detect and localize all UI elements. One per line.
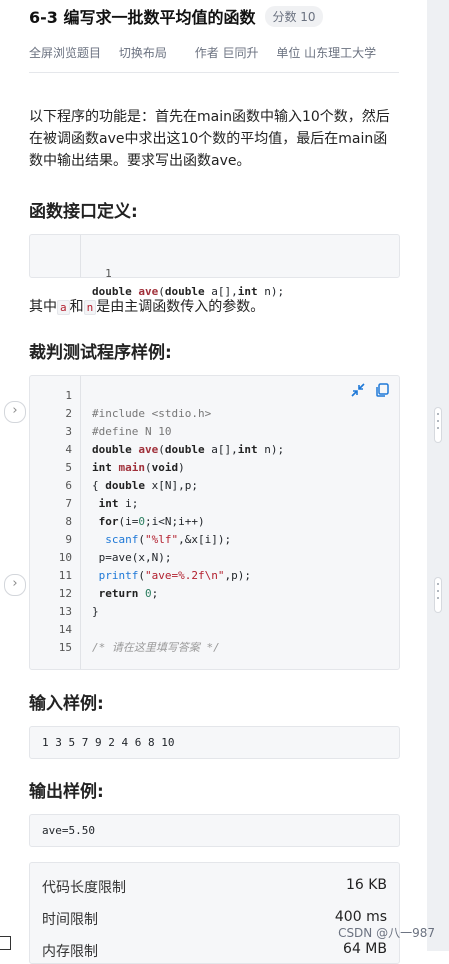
code-line: 3 #define N 10 xyxy=(30,423,171,441)
time-limit: 时间限制 400 ms xyxy=(42,909,387,929)
line-number: 3 xyxy=(65,425,72,438)
code-line: 1 double ave(double a[],int n); xyxy=(30,247,284,298)
limit-value: 16 KB xyxy=(345,877,387,893)
code-line: 2 #include <stdio.h> xyxy=(30,405,211,423)
drag-handle[interactable] xyxy=(435,578,441,612)
code-line: 10 p=ave(x,N); xyxy=(30,549,172,567)
input-sample-value: 1 3 5 7 9 2 4 6 8 10 xyxy=(42,736,175,749)
note-and: 和 xyxy=(69,299,84,315)
output-sample-value: ave=5.50 xyxy=(42,824,95,837)
limit-label: 代码长度限制 xyxy=(42,880,126,896)
chevron-right-icon[interactable]: › xyxy=(4,401,26,423)
input-sample-box: 1 3 5 7 9 2 4 6 8 10 xyxy=(29,726,400,759)
problem-title: 6-3 编写求一批数平均值的函数 xyxy=(29,8,256,27)
interface-code-block: 1 double ave(double a[],int n); xyxy=(29,234,400,298)
line-number: 11 xyxy=(58,569,72,582)
param-note: 其中 a 和 n 是由主调函数传入的参数。 xyxy=(29,296,264,316)
author-text: 作者 巨同升 xyxy=(194,46,259,60)
copy-icon[interactable] xyxy=(374,382,390,398)
code-line: 4 double ave(double a[],int n); xyxy=(30,441,284,459)
problem-meta: 全屏浏览题目 切换布局 作者 巨同升 单位 山东理工大学 xyxy=(29,44,390,61)
line-number: 13 xyxy=(58,605,72,618)
problem-page: 6-3 编写求一批数平均值的函数 分数 10 全屏浏览题目 切换布局 作者 巨同… xyxy=(0,0,427,964)
line-number: 1 xyxy=(105,267,112,280)
line-number: 12 xyxy=(58,587,72,600)
limit-label: 内存限制 xyxy=(42,944,98,960)
output-sample-box: ave=5.50 xyxy=(29,814,400,847)
code-line: 11 printf("ave=%.2f\n",p); xyxy=(30,567,251,585)
code-line: 6{ double x[N],p; xyxy=(30,477,198,495)
test-program-heading: 裁判测试程序样例: xyxy=(29,343,172,363)
note-prefix: 其中 xyxy=(29,299,57,315)
code-line: 1 xyxy=(30,387,72,405)
chevron-right-icon[interactable]: › xyxy=(4,574,26,596)
line-number: 4 xyxy=(65,443,72,456)
code-line: 5 int main(void) xyxy=(30,459,184,477)
line-number: 14 xyxy=(58,623,72,636)
line-number: 2 xyxy=(65,407,72,420)
note-suffix: 是由主调函数传入的参数。 xyxy=(96,299,265,315)
code-line: 13} xyxy=(30,603,99,621)
corner-icon xyxy=(0,936,11,950)
gutter-separator xyxy=(80,376,81,669)
input-sample-heading: 输入样例: xyxy=(29,694,104,714)
title-row: 6-3 编写求一批数平均值的函数 分数 10 xyxy=(29,4,323,28)
divider xyxy=(29,72,399,73)
code-line: 7 int i; xyxy=(30,495,138,513)
watermark: CSDN @八一987 xyxy=(338,926,435,940)
line-number: 6 xyxy=(65,479,72,492)
limit-value: 64 MB xyxy=(343,941,387,957)
test-code-block: 1 2 #include <stdio.h> 3 #define N 10 4 dou… xyxy=(29,375,400,670)
limit-label: 时间限制 xyxy=(42,912,98,928)
fullscreen-link[interactable]: 全屏浏览题目 xyxy=(29,46,101,60)
score-badge: 分数 10 xyxy=(265,5,323,27)
side-panel-strip xyxy=(427,0,449,951)
param-a: a xyxy=(57,300,70,315)
code-line: 9 scanf("%lf",&x[i]); xyxy=(30,531,231,549)
line-number: 9 xyxy=(65,533,72,546)
drag-handle[interactable] xyxy=(435,408,441,442)
collapse-icon[interactable] xyxy=(350,382,366,398)
problem-description: 以下程序的功能是：首先在main函数中输入10个数，然后在被调函数ave中求出这… xyxy=(29,109,390,169)
limits-panel: 代码长度限制 16 KB 时间限制 400 ms 内存限制 64 MB xyxy=(29,862,400,964)
unit-text: 单位 山东理工大学 xyxy=(276,46,377,60)
line-number: 1 xyxy=(65,389,72,402)
code-line: 8 for(i=0;i<N;i++) xyxy=(30,513,204,531)
limit-value: 400 ms xyxy=(334,909,387,925)
param-n: n xyxy=(83,300,97,315)
output-sample-heading: 输出样例: xyxy=(29,782,104,802)
line-number: 5 xyxy=(65,461,72,474)
code-line: 12 return 0; xyxy=(30,585,159,603)
code-length-limit: 代码长度限制 16 KB xyxy=(42,877,387,897)
line-number: 15 xyxy=(58,641,72,654)
interface-heading: 函数接口定义: xyxy=(29,202,138,222)
switch-layout-link[interactable]: 切换布局 xyxy=(119,46,167,60)
code-line: 14 xyxy=(30,621,72,639)
code-line: 15/* 请在这里填写答案 */ xyxy=(30,639,220,657)
line-number: 8 xyxy=(65,515,72,528)
line-number: 7 xyxy=(65,497,72,510)
line-number: 10 xyxy=(58,551,72,564)
memory-limit: 内存限制 64 MB xyxy=(42,941,387,961)
